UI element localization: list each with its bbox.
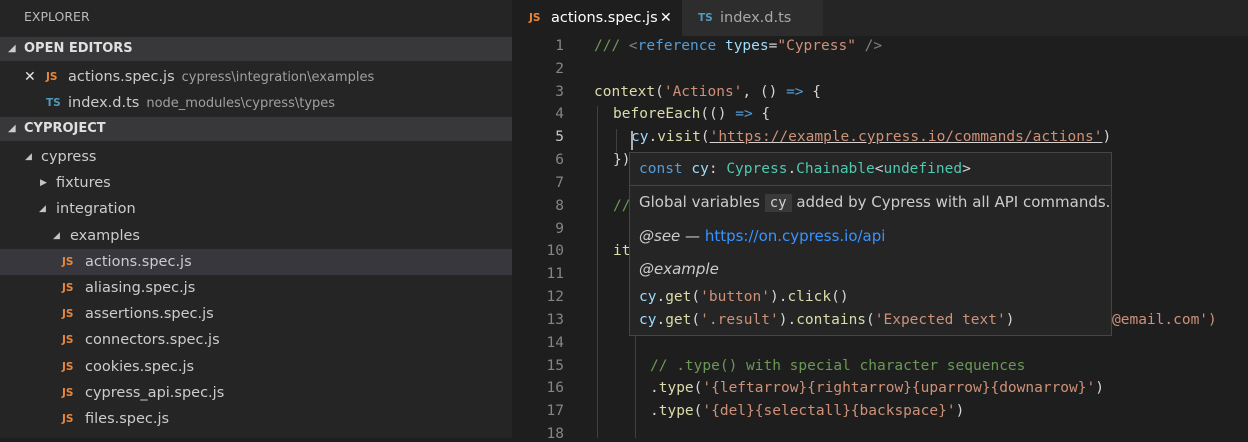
tree-item-cypress[interactable]: ◢ cypress: [0, 144, 512, 170]
code-line: //: [613, 198, 631, 214]
close-icon[interactable]: ✕: [24, 64, 36, 90]
line-number: 5: [555, 129, 564, 145]
chevron-down-icon: ◢: [8, 43, 16, 54]
chevron-down-icon: ◢: [39, 204, 46, 214]
line-number: 13: [546, 312, 564, 328]
line-number: 4: [555, 106, 564, 122]
indent-guide: [616, 129, 617, 152]
text-cursor: [631, 131, 633, 150]
code-line: cy.visit('https://example.cypress.io/com…: [631, 129, 1112, 145]
chevron-down-icon: ◢: [8, 123, 16, 134]
hover-tooltip: const cy: Cypress.Chainable<undefined> G…: [629, 152, 1112, 336]
project-header[interactable]: ◢ CYPROJECT: [0, 117, 512, 141]
line-number: 16: [546, 380, 564, 396]
code-line: context('Actions', () => {: [594, 84, 822, 100]
code-line: }): [613, 152, 631, 168]
close-icon[interactable]: ✕: [660, 0, 672, 36]
url-link[interactable]: 'https://example.cypress.io/commands/act…: [710, 129, 1103, 145]
tree-item-file[interactable]: JS connectors.spec.js: [0, 327, 512, 353]
tab-label: index.d.ts: [720, 10, 792, 26]
hover-description: Global variables cy added by Cypress wit…: [639, 193, 1111, 212]
code-line: // .type() with special character sequen…: [650, 358, 1026, 374]
js-file-icon: JS: [62, 387, 74, 399]
tree-item-file[interactable]: JS aliasing.spec.js: [0, 275, 512, 301]
line-number: 12: [546, 289, 564, 305]
chevron-down-icon: ◢: [25, 152, 32, 162]
line-number: 9: [555, 221, 564, 237]
js-file-icon: JS: [529, 12, 541, 24]
hover-example-tag: @example: [639, 260, 719, 278]
project-label: CYPROJECT: [24, 121, 106, 136]
line-number: 15: [546, 358, 564, 374]
line-number: 11: [546, 266, 564, 282]
js-file-icon: JS: [62, 256, 74, 268]
tree-item-file[interactable]: JS files.spec.js: [0, 406, 512, 432]
ts-file-icon: TS: [46, 97, 61, 109]
line-number: 10: [546, 243, 564, 259]
code-line: @email.com'): [1112, 312, 1217, 328]
explorer-title: EXPLORER: [24, 9, 90, 24]
line-number: 17: [546, 403, 564, 419]
tree-item-file[interactable]: JS cypress_api.spec.js: [0, 380, 512, 406]
open-editor-item[interactable]: ✕ JS actions.spec.js cypress\integration\…: [0, 64, 512, 90]
tab-actions-spec[interactable]: JS actions.spec.js ✕: [512, 0, 682, 36]
hover-separator: [630, 185, 1111, 186]
code-line: /// <reference types="Cypress" />: [594, 38, 883, 54]
hover-see: @see — https://on.cypress.io/api: [639, 227, 886, 245]
code-line: .type('{leftarrow}{rightarrow}{uparrow}{…: [650, 380, 1104, 396]
line-number: 2: [555, 61, 564, 77]
line-number: 18: [546, 426, 564, 442]
hover-signature: const cy: Cypress.Chainable<undefined>: [639, 161, 971, 177]
js-file-icon: JS: [62, 334, 74, 346]
tab-index-d-ts[interactable]: TS index.d.ts: [682, 0, 823, 36]
ts-file-icon: TS: [698, 12, 713, 24]
line-number: 8: [555, 198, 564, 214]
open-editor-name: index.d.ts: [68, 95, 140, 111]
editor-tab-bar: JS actions.spec.js ✕ TS index.d.ts: [512, 0, 1248, 36]
open-editors-header[interactable]: ◢ OPEN EDITORS: [0, 37, 512, 61]
js-file-icon: JS: [62, 308, 74, 320]
tree-item-fixtures[interactable]: ▶ fixtures: [0, 170, 512, 196]
hover-example-line: cy.get('.result').contains('Expected tex…: [639, 312, 1015, 328]
open-editor-path: node_modules\cypress\types: [146, 96, 336, 111]
hover-example-line: cy.get('button').click(): [639, 289, 849, 305]
tree-item-file[interactable]: JS actions.spec.js: [0, 249, 512, 275]
open-editor-path: cypress\integration\examples: [181, 70, 375, 85]
tree-item-file[interactable]: JS assertions.spec.js: [0, 301, 512, 327]
open-editors-label: OPEN EDITORS: [24, 41, 133, 56]
tree-item-file[interactable]: JS cookies.spec.js: [0, 354, 512, 380]
js-file-icon: JS: [62, 413, 74, 425]
tree-item-integration[interactable]: ◢ integration: [0, 196, 512, 222]
see-link[interactable]: https://on.cypress.io/api: [705, 227, 886, 245]
code-line: .type('{del}{selectall}{backspace}'): [650, 403, 965, 419]
js-file-icon: JS: [62, 282, 74, 294]
line-number: 1: [555, 38, 564, 54]
open-editor-item[interactable]: TS index.d.ts node_modules\cypress\types: [0, 90, 512, 116]
line-number: 6: [555, 152, 564, 168]
chevron-down-icon: ◢: [53, 231, 60, 241]
code-line: it: [613, 243, 631, 259]
open-editor-name: actions.spec.js: [68, 69, 175, 85]
code-line: beforeEach(() => {: [613, 106, 771, 122]
line-number: 3: [555, 84, 564, 100]
explorer-sidebar: EXPLORER ◢ OPEN EDITORS ✕ JS actions.spe…: [0, 0, 512, 438]
js-file-icon: JS: [62, 361, 74, 373]
line-number: 7: [555, 175, 564, 191]
chevron-right-icon: ▶: [40, 178, 47, 188]
line-number: 14: [546, 335, 564, 351]
js-file-icon: JS: [46, 71, 58, 83]
indent-guide: [597, 106, 598, 438]
tree-item-examples[interactable]: ◢ examples: [0, 223, 512, 249]
tab-label: actions.spec.js: [551, 10, 658, 26]
